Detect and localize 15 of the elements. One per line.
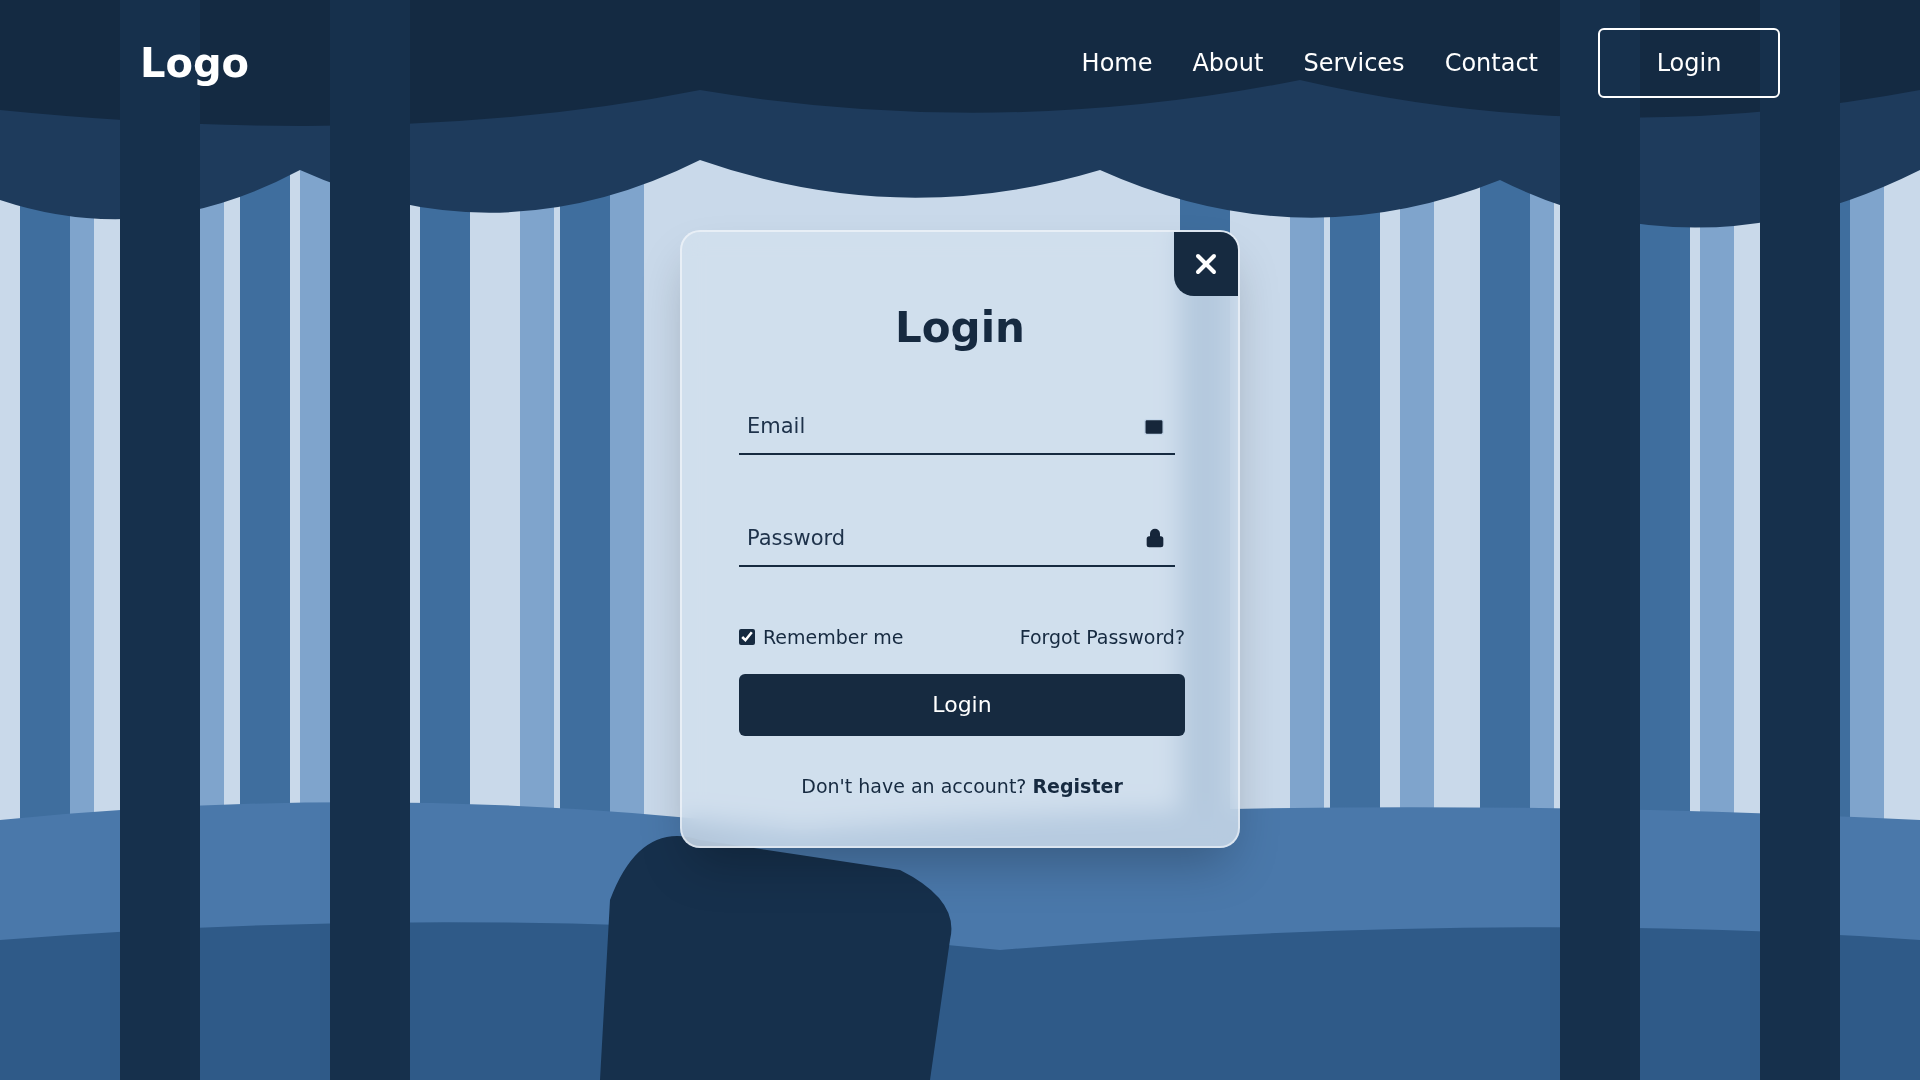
nav-link[interactable]: About [1192,45,1264,81]
submit-button[interactable]: Login [739,673,1185,736]
lock-icon [1145,528,1165,548]
remember-checkbox[interactable] [739,629,755,646]
register-prompt: Don't have an account? Register [800,773,1124,799]
nav-link[interactable]: Home [1081,45,1153,81]
close-button[interactable] [1174,232,1238,296]
nav-link[interactable]: Services [1303,45,1405,81]
login-title: Login [894,302,1026,354]
login-button[interactable]: Login [1598,28,1780,98]
forgot-password-link[interactable]: Forgot Password? [1019,623,1185,652]
register-link[interactable]: Register [1032,774,1123,797]
logo[interactable]: Logo [140,33,250,93]
nav-link[interactable]: Contact [1444,45,1538,81]
remember-label: Remember me [763,625,904,650]
